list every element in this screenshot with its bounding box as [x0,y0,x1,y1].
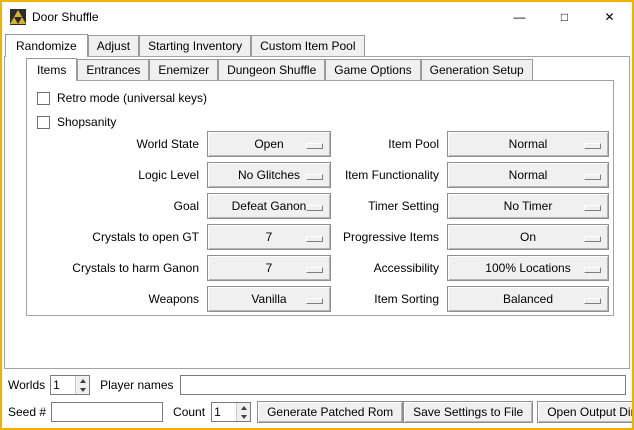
items-pane: Retro mode (universal keys) Shopsanity W… [26,80,614,316]
menu-indicator-icon [584,143,601,149]
worlds-spin-down[interactable] [76,385,89,394]
logic-level-label: Logic Level [27,162,199,188]
worlds-spin-up[interactable] [76,376,89,385]
shopsanity-checkbox[interactable] [37,116,50,129]
menu-indicator-icon [584,236,601,242]
worlds-label: Worlds [8,378,45,392]
timer-setting-label: Timer Setting [267,193,439,219]
save-settings-button[interactable]: Save Settings to File [403,401,533,423]
timer-setting-value: No Timer [504,199,553,213]
tab-enemizer[interactable]: Enemizer [149,59,218,80]
open-output-button[interactable]: Open Output Directory [537,401,634,423]
progressive-items-label: Progressive Items [267,224,439,250]
window-title: Door Shuffle [32,10,99,24]
down-arrow-icon [241,415,247,419]
item-functionality-value: Normal [509,168,548,182]
world-state-label: World State [27,131,199,157]
maximize-button[interactable]: □ [542,2,587,32]
count-spin-down[interactable] [237,412,250,421]
item-sorting-label: Item Sorting [267,286,439,312]
main-tab-bar: Randomize Adjust Starting Inventory Cust… [5,34,365,56]
sub-tab-bar: Items Entrances Enemizer Dungeon Shuffle… [26,59,533,80]
down-arrow-icon [80,388,86,392]
seed-row: Seed # Count Generate Patched Rom Save S… [8,400,626,424]
item-pool-dropdown[interactable]: Normal [447,131,609,157]
tab-generation-setup[interactable]: Generation Setup [421,59,533,80]
weapons-label: Weapons [27,286,199,312]
menu-indicator-icon [584,267,601,273]
generate-rom-button[interactable]: Generate Patched Rom [257,401,403,423]
count-label: Count [173,405,205,419]
crystals-open-gt-label: Crystals to open GT [27,224,199,250]
seed-label: Seed # [8,405,46,419]
window: Door Shuffle — □ ✕ Randomize Adjust Star… [0,0,634,430]
app-icon [10,9,26,25]
player-names-label: Player names [100,378,173,392]
item-functionality-dropdown[interactable]: Normal [447,162,609,188]
tab-game-options[interactable]: Game Options [325,59,420,80]
count-spinner [211,402,251,422]
item-functionality-label: Item Functionality [267,162,439,188]
worlds-input[interactable] [51,376,75,394]
tab-entrances[interactable]: Entrances [77,59,149,80]
crystals-harm-ganon-label: Crystals to harm Ganon [27,255,199,281]
count-spin-up[interactable] [237,403,250,412]
progressive-items-value: On [520,230,536,244]
title-bar: Door Shuffle — □ ✕ [2,2,632,32]
accessibility-label: Accessibility [267,255,439,281]
tab-items[interactable]: Items [26,58,77,81]
tab-dungeon-shuffle[interactable]: Dungeon Shuffle [218,59,325,80]
tab-adjust[interactable]: Adjust [88,35,139,56]
shopsanity-label: Shopsanity [57,115,116,129]
count-input[interactable] [212,403,236,421]
accessibility-dropdown[interactable]: 100% Locations [447,255,609,281]
tab-randomize[interactable]: Randomize [5,34,88,57]
item-sorting-value: Balanced [503,292,553,306]
retro-mode-checkbox[interactable] [37,92,50,105]
menu-indicator-icon [584,205,601,211]
progressive-items-dropdown[interactable]: On [447,224,609,250]
worlds-spin-arrows [75,376,89,394]
menu-indicator-icon [584,174,601,180]
accessibility-value: 100% Locations [485,261,570,275]
item-pool-label: Item Pool [267,131,439,157]
menu-indicator-icon [584,298,601,304]
count-spin-arrows [236,403,250,421]
retro-mode-label: Retro mode (universal keys) [57,91,207,105]
timer-setting-dropdown[interactable]: No Timer [447,193,609,219]
retro-mode-row: Retro mode (universal keys) [37,89,207,107]
goal-label: Goal [27,193,199,219]
shopsanity-row: Shopsanity [37,113,116,131]
item-sorting-dropdown[interactable]: Balanced [447,286,609,312]
worlds-row: Worlds Player names [8,374,626,396]
up-arrow-icon [80,379,86,383]
tab-starting-inventory[interactable]: Starting Inventory [139,35,251,56]
minimize-button[interactable]: — [497,2,542,32]
tab-custom-item-pool[interactable]: Custom Item Pool [251,35,364,56]
item-pool-value: Normal [509,137,548,151]
player-names-input[interactable] [180,375,627,395]
worlds-spinner [50,375,90,395]
caption-buttons: — □ ✕ [497,2,632,32]
seed-input[interactable] [51,402,163,422]
up-arrow-icon [241,406,247,410]
close-button[interactable]: ✕ [587,2,632,32]
